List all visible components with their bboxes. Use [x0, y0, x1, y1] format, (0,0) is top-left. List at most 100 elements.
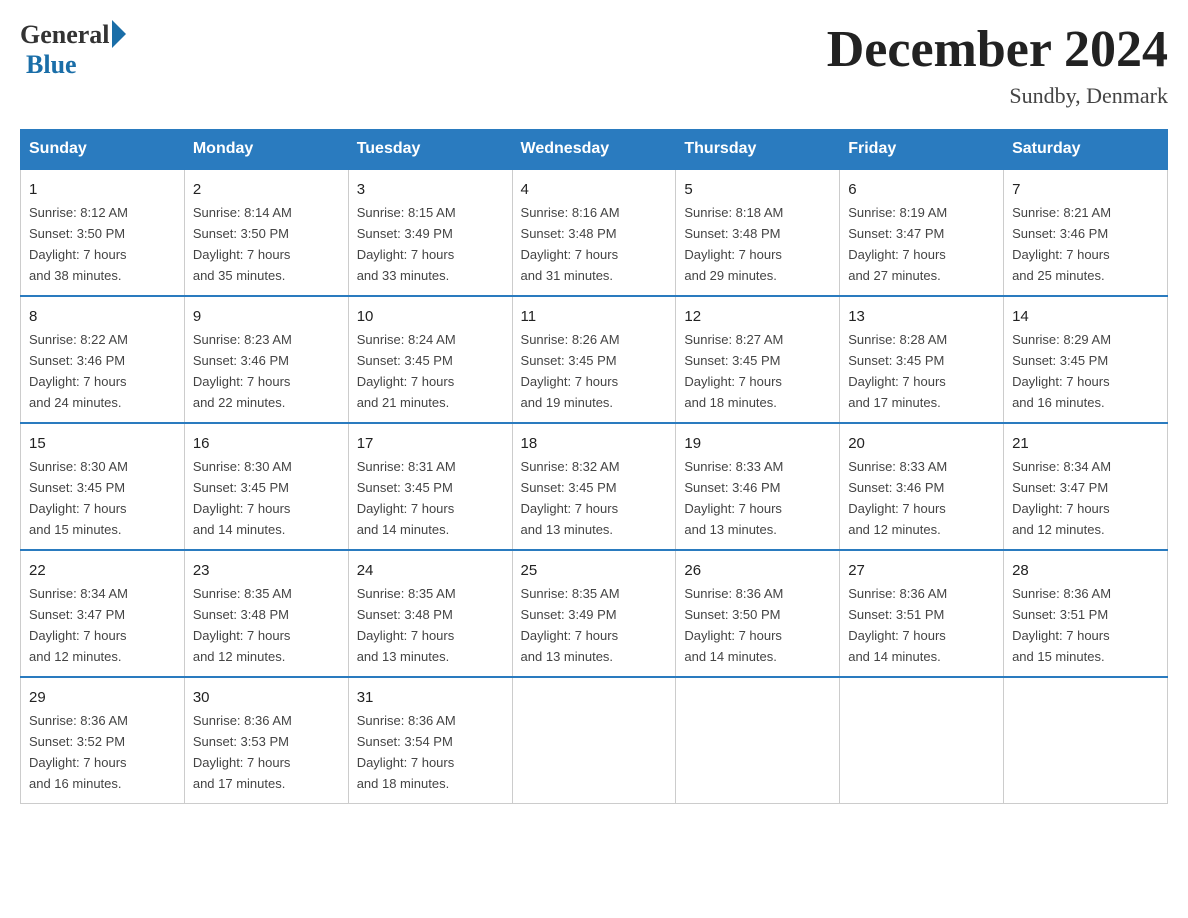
day-number: 16 — [193, 432, 340, 455]
calendar-cell: 9 Sunrise: 8:23 AM Sunset: 3:46 PM Daylig… — [184, 296, 348, 423]
day-info: Sunrise: 8:27 AM Sunset: 3:45 PM Dayligh… — [684, 332, 783, 410]
day-number: 18 — [521, 432, 668, 455]
calendar-day-header: Monday — [184, 130, 348, 170]
calendar-cell: 22 Sunrise: 8:34 AM Sunset: 3:47 PM Dayli… — [21, 550, 185, 677]
calendar-day-header: Saturday — [1004, 130, 1168, 170]
calendar-cell: 5 Sunrise: 8:18 AM Sunset: 3:48 PM Daylig… — [676, 169, 840, 296]
calendar-cell: 13Sunrise: 8:28 AM Sunset: 3:45 PM Dayli… — [840, 296, 1004, 423]
calendar-cell — [1004, 677, 1168, 803]
calendar-cell: 31Sunrise: 8:36 AM Sunset: 3:54 PM Dayli… — [348, 677, 512, 803]
day-info: Sunrise: 8:34 AM Sunset: 3:47 PM Dayligh… — [29, 586, 128, 664]
day-info: Sunrise: 8:35 AM Sunset: 3:49 PM Dayligh… — [521, 586, 620, 664]
day-info: Sunrise: 8:36 AM Sunset: 3:53 PM Dayligh… — [193, 713, 292, 791]
day-number: 23 — [193, 559, 340, 582]
day-info: Sunrise: 8:36 AM Sunset: 3:51 PM Dayligh… — [848, 586, 947, 664]
day-number: 19 — [684, 432, 831, 455]
calendar-cell: 16 Sunrise: 8:30 AM Sunset: 3:45 PM Dayli… — [184, 423, 348, 550]
day-info: Sunrise: 8:35 AM Sunset: 3:48 PM Dayligh… — [357, 586, 456, 664]
logo-blue-text: Blue — [26, 50, 77, 79]
calendar-cell: 7 Sunrise: 8:21 AM Sunset: 3:46 PM Daylig… — [1004, 169, 1168, 296]
calendar-cell: 4 Sunrise: 8:16 AM Sunset: 3:48 PM Daylig… — [512, 169, 676, 296]
day-number: 7 — [1012, 178, 1159, 201]
day-info: Sunrise: 8:21 AM Sunset: 3:46 PM Dayligh… — [1012, 205, 1111, 283]
day-number: 30 — [193, 686, 340, 709]
day-number: 5 — [684, 178, 831, 201]
day-number: 31 — [357, 686, 504, 709]
day-number: 12 — [684, 305, 831, 328]
day-info: Sunrise: 8:29 AM Sunset: 3:45 PM Dayligh… — [1012, 332, 1111, 410]
calendar-day-header: Tuesday — [348, 130, 512, 170]
calendar-cell: 27Sunrise: 8:36 AM Sunset: 3:51 PM Dayli… — [840, 550, 1004, 677]
day-info: Sunrise: 8:30 AM Sunset: 3:45 PM Dayligh… — [193, 459, 292, 537]
day-number: 13 — [848, 305, 995, 328]
title-area: December 2024 Sundby, Denmark — [827, 20, 1168, 109]
day-info: Sunrise: 8:34 AM Sunset: 3:47 PM Dayligh… — [1012, 459, 1111, 537]
logo-general-text: General — [20, 20, 110, 50]
day-info: Sunrise: 8:16 AM Sunset: 3:48 PM Dayligh… — [521, 205, 620, 283]
logo: General Blue — [20, 20, 126, 80]
day-number: 26 — [684, 559, 831, 582]
day-number: 9 — [193, 305, 340, 328]
calendar-cell — [512, 677, 676, 803]
location-subtitle: Sundby, Denmark — [827, 83, 1168, 109]
day-number: 14 — [1012, 305, 1159, 328]
day-info: Sunrise: 8:24 AM Sunset: 3:45 PM Dayligh… — [357, 332, 456, 410]
calendar-cell: 2Sunrise: 8:14 AM Sunset: 3:50 PM Daylig… — [184, 169, 348, 296]
day-info: Sunrise: 8:30 AM Sunset: 3:45 PM Dayligh… — [29, 459, 128, 537]
calendar-day-header: Friday — [840, 130, 1004, 170]
calendar-cell: 14 Sunrise: 8:29 AM Sunset: 3:45 PM Dayli… — [1004, 296, 1168, 423]
day-number: 22 — [29, 559, 176, 582]
calendar-cell: 18Sunrise: 8:32 AM Sunset: 3:45 PM Dayli… — [512, 423, 676, 550]
calendar-cell: 17 Sunrise: 8:31 AM Sunset: 3:45 PM Dayli… — [348, 423, 512, 550]
calendar-day-header: Wednesday — [512, 130, 676, 170]
day-info: Sunrise: 8:23 AM Sunset: 3:46 PM Dayligh… — [193, 332, 292, 410]
day-info: Sunrise: 8:35 AM Sunset: 3:48 PM Dayligh… — [193, 586, 292, 664]
calendar-week-row: 22 Sunrise: 8:34 AM Sunset: 3:47 PM Dayli… — [21, 550, 1168, 677]
calendar-table: SundayMondayTuesdayWednesdayThursdayFrid… — [20, 129, 1168, 804]
day-number: 25 — [521, 559, 668, 582]
day-info: Sunrise: 8:36 AM Sunset: 3:50 PM Dayligh… — [684, 586, 783, 664]
calendar-cell: 23 Sunrise: 8:35 AM Sunset: 3:48 PM Dayli… — [184, 550, 348, 677]
day-number: 24 — [357, 559, 504, 582]
calendar-cell: 29Sunrise: 8:36 AM Sunset: 3:52 PM Dayli… — [21, 677, 185, 803]
day-info: Sunrise: 8:19 AM Sunset: 3:47 PM Dayligh… — [848, 205, 947, 283]
calendar-cell: 10 Sunrise: 8:24 AM Sunset: 3:45 PM Dayli… — [348, 296, 512, 423]
calendar-cell: 12 Sunrise: 8:27 AM Sunset: 3:45 PM Dayli… — [676, 296, 840, 423]
day-number: 17 — [357, 432, 504, 455]
calendar-cell: 21Sunrise: 8:34 AM Sunset: 3:47 PM Dayli… — [1004, 423, 1168, 550]
day-number: 4 — [521, 178, 668, 201]
day-info: Sunrise: 8:33 AM Sunset: 3:46 PM Dayligh… — [684, 459, 783, 537]
calendar-cell: 24 Sunrise: 8:35 AM Sunset: 3:48 PM Dayli… — [348, 550, 512, 677]
calendar-cell: 25 Sunrise: 8:35 AM Sunset: 3:49 PM Dayli… — [512, 550, 676, 677]
calendar-day-header: Sunday — [21, 130, 185, 170]
calendar-cell — [840, 677, 1004, 803]
day-info: Sunrise: 8:36 AM Sunset: 3:52 PM Dayligh… — [29, 713, 128, 791]
day-info: Sunrise: 8:22 AM Sunset: 3:46 PM Dayligh… — [29, 332, 128, 410]
calendar-day-header: Thursday — [676, 130, 840, 170]
calendar-cell: 26 Sunrise: 8:36 AM Sunset: 3:50 PM Dayli… — [676, 550, 840, 677]
day-number: 20 — [848, 432, 995, 455]
day-number: 11 — [521, 305, 668, 328]
day-number: 8 — [29, 305, 176, 328]
calendar-cell: 28Sunrise: 8:36 AM Sunset: 3:51 PM Dayli… — [1004, 550, 1168, 677]
day-number: 10 — [357, 305, 504, 328]
calendar-cell: 3Sunrise: 8:15 AM Sunset: 3:49 PM Daylig… — [348, 169, 512, 296]
day-info: Sunrise: 8:26 AM Sunset: 3:45 PM Dayligh… — [521, 332, 620, 410]
calendar-week-row: 8 Sunrise: 8:22 AM Sunset: 3:46 PM Daylig… — [21, 296, 1168, 423]
day-info: Sunrise: 8:31 AM Sunset: 3:45 PM Dayligh… — [357, 459, 456, 537]
calendar-cell: 1Sunrise: 8:12 AM Sunset: 3:50 PM Daylig… — [21, 169, 185, 296]
calendar-week-row: 15Sunrise: 8:30 AM Sunset: 3:45 PM Dayli… — [21, 423, 1168, 550]
day-info: Sunrise: 8:14 AM Sunset: 3:50 PM Dayligh… — [193, 205, 292, 283]
day-number: 28 — [1012, 559, 1159, 582]
day-number: 1 — [29, 178, 176, 201]
day-info: Sunrise: 8:33 AM Sunset: 3:46 PM Dayligh… — [848, 459, 947, 537]
calendar-cell: 19 Sunrise: 8:33 AM Sunset: 3:46 PM Dayli… — [676, 423, 840, 550]
day-number: 6 — [848, 178, 995, 201]
calendar-cell: 11 Sunrise: 8:26 AM Sunset: 3:45 PM Dayli… — [512, 296, 676, 423]
logo-arrow-icon — [112, 20, 126, 48]
calendar-cell — [676, 677, 840, 803]
day-number: 3 — [357, 178, 504, 201]
day-info: Sunrise: 8:18 AM Sunset: 3:48 PM Dayligh… — [684, 205, 783, 283]
month-title: December 2024 — [827, 20, 1168, 79]
calendar-cell: 15Sunrise: 8:30 AM Sunset: 3:45 PM Dayli… — [21, 423, 185, 550]
